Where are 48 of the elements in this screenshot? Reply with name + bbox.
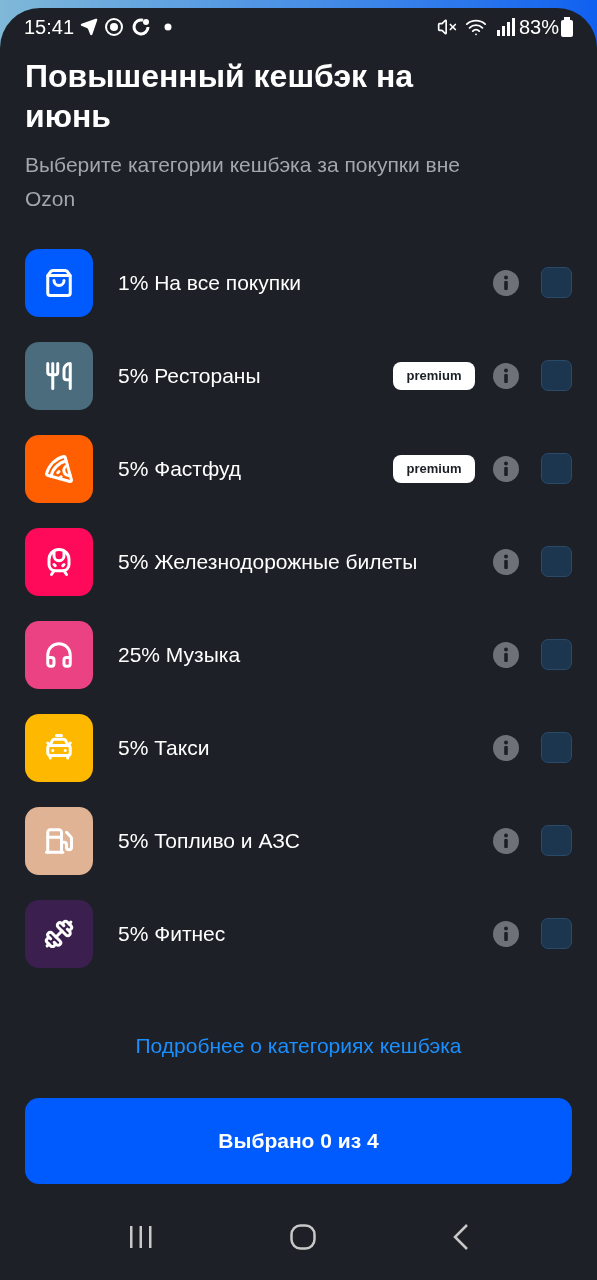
info-icon[interactable] — [493, 548, 519, 575]
circle-icon — [104, 17, 125, 37]
telegram-icon — [80, 18, 99, 36]
info-icon[interactable] — [493, 269, 519, 296]
page-title: Повышенный кешбэк на июнь — [25, 57, 415, 136]
battery-icon — [561, 17, 573, 37]
fuel-pump-icon — [44, 825, 74, 856]
category-label: 5% Рестораны — [118, 362, 262, 389]
home-icon[interactable] — [290, 1223, 317, 1250]
battery-percent: 83% — [518, 15, 559, 40]
fork-knife-icon — [44, 360, 74, 391]
status-time: 15:41 — [24, 15, 75, 40]
category-label: 5% Фастфуд — [118, 455, 243, 482]
premium-badge: premium — [393, 454, 475, 483]
mute-icon — [436, 17, 457, 37]
category-label: 5% Железнодорожные билеты — [118, 548, 419, 575]
info-icon[interactable] — [493, 827, 519, 854]
premium-badge: premium — [393, 361, 475, 390]
back-icon[interactable] — [452, 1223, 469, 1250]
checkbox[interactable] — [541, 732, 572, 763]
dot-icon — [164, 23, 173, 31]
headphones-icon — [44, 639, 74, 670]
page-subtitle: Выберите категории кешбэка за покупки вне Ozon — [25, 152, 461, 212]
checkbox[interactable] — [541, 825, 572, 856]
category-label: 5% Фитнес — [118, 920, 227, 947]
selected-count-button[interactable]: Выбрано 0 из 4 — [25, 1097, 572, 1184]
checkbox[interactable] — [541, 267, 572, 298]
category-label: 5% Топливо и АЗС — [118, 827, 301, 854]
recent-apps-icon[interactable] — [128, 1224, 155, 1249]
category-label: 5% Такси — [118, 734, 211, 761]
signal-icon — [494, 18, 515, 36]
category-label: 25% Музыка — [118, 641, 242, 668]
checkbox[interactable] — [541, 639, 572, 670]
checkbox[interactable] — [541, 918, 572, 949]
dumbbell-icon — [44, 918, 74, 949]
checkbox[interactable] — [541, 546, 572, 577]
train-icon — [44, 546, 74, 577]
info-icon[interactable] — [493, 734, 519, 761]
info-icon[interactable] — [493, 455, 519, 482]
info-icon[interactable] — [493, 641, 519, 668]
checkbox[interactable] — [541, 453, 572, 484]
info-icon[interactable] — [493, 362, 519, 389]
checkbox[interactable] — [541, 360, 572, 391]
pizza-icon — [44, 453, 74, 484]
category-label: 1% На все покупки — [118, 269, 303, 296]
info-icon[interactable] — [493, 920, 519, 947]
bag-icon — [44, 267, 74, 298]
details-link[interactable]: Подробнее о категориях кешбэка — [135, 1030, 462, 1062]
